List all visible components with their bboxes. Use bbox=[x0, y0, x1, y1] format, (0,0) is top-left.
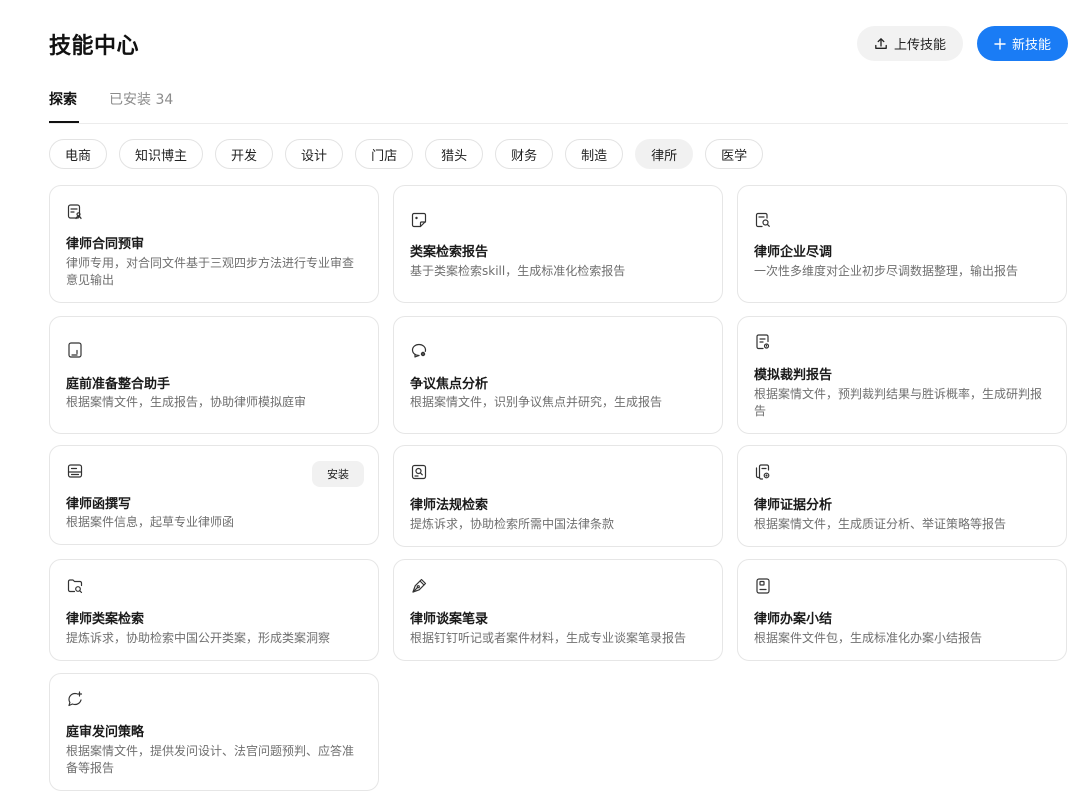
category-chip[interactable]: 财务 bbox=[495, 139, 554, 169]
category-chip[interactable]: 设计 bbox=[285, 139, 344, 169]
skill-title: 律师谈案笔录 bbox=[410, 612, 489, 627]
skill-description: 律师专用，对合同文件基于三观四步方法进行专业审查意见输出 bbox=[66, 256, 355, 287]
skill-title: 庭审发问策略 bbox=[66, 725, 145, 740]
new-skill-button[interactable]: 新技能 bbox=[977, 26, 1068, 61]
skill-card[interactable]: 模拟裁判报告 根据案情文件，预判裁判结果与胜诉概率，生成研判报告 bbox=[737, 316, 1067, 434]
skill-description: 根据案情文件，生成质证分析、举证策略等报告 bbox=[754, 517, 1007, 531]
tab-bar: 探索 已安装 34 bbox=[49, 90, 1068, 124]
skill-title: 律师办案小结 bbox=[754, 612, 833, 627]
skill-description: 基于类案检索skill，生成标准化检索报告 bbox=[410, 264, 626, 278]
image-search-icon bbox=[410, 463, 428, 481]
skill-title: 律师法规检索 bbox=[410, 498, 489, 513]
skill-card[interactable]: 律师谈案笔录 根据钉钉听记或者案件材料，生成专业谈案笔录报告 bbox=[393, 559, 723, 661]
skill-description: 提炼诉求，协助检索中国公开类案，形成类案洞察 bbox=[66, 631, 331, 645]
skill-description: 根据钉钉听记或者案件材料，生成专业谈案笔录报告 bbox=[410, 631, 687, 645]
note-icon bbox=[410, 211, 428, 229]
skill-card[interactable]: 争议焦点分析 根据案情文件，识别争议焦点并研究，生成报告 bbox=[393, 316, 723, 434]
skill-description: 根据案情文件，生成报告，协助律师模拟庭审 bbox=[66, 395, 307, 409]
skill-title: 律师函撰写 bbox=[66, 497, 132, 512]
skill-card[interactable]: 律师类案检索 提炼诉求，协助检索中国公开类案，形成类案洞察 bbox=[49, 559, 379, 661]
category-chip[interactable]: 电商 bbox=[49, 139, 108, 169]
skill-title: 律师合同预审 bbox=[66, 237, 145, 252]
skill-title: 争议焦点分析 bbox=[410, 377, 489, 392]
category-chip[interactable]: 制造 bbox=[565, 139, 624, 169]
letter-icon bbox=[66, 462, 84, 480]
skill-card[interactable]: 庭前准备整合助手 根据案情文件，生成报告，协助律师模拟庭审 bbox=[49, 316, 379, 434]
tab-explore[interactable]: 探索 bbox=[49, 90, 79, 123]
folder-search-icon bbox=[66, 577, 84, 595]
chat-settings-icon bbox=[410, 341, 428, 359]
chat-sparkle-icon bbox=[66, 690, 84, 708]
category-chip[interactable]: 医学 bbox=[705, 139, 764, 169]
skill-description: 根据案情文件，提供发问设计、法官问题预判、应答准备等报告 bbox=[66, 744, 355, 775]
skill-card[interactable]: 律师合同预审 律师专用，对合同文件基于三观四步方法进行专业审查意见输出 bbox=[49, 185, 379, 303]
new-skill-label: 新技能 bbox=[1012, 38, 1052, 53]
category-chip[interactable]: 猎头 bbox=[425, 139, 484, 169]
page-title: 技能中心 bbox=[49, 34, 140, 59]
category-chip[interactable]: 知识博主 bbox=[119, 139, 204, 169]
category-chip-selected[interactable]: 律所 bbox=[635, 139, 694, 169]
skills-center-page: 技能中心 上传技能 新技能 探索 已安装 34 电商 知识博主 开发 设计 门店… bbox=[0, 0, 1080, 798]
category-chip[interactable]: 门店 bbox=[355, 139, 414, 169]
skill-title: 律师类案检索 bbox=[66, 612, 145, 627]
upload-skill-label: 上传技能 bbox=[894, 38, 947, 53]
tab-installed[interactable]: 已安装 34 bbox=[109, 90, 173, 122]
skill-title: 律师企业尽调 bbox=[754, 245, 833, 260]
documents-settings-icon bbox=[754, 463, 772, 481]
category-chip[interactable]: 开发 bbox=[215, 139, 274, 169]
skill-description: 一次性多维度对企业初步尽调数据整理，输出报告 bbox=[754, 264, 1019, 278]
skill-title: 律师证据分析 bbox=[754, 498, 833, 513]
skill-description: 根据案件信息，起草专业律师函 bbox=[66, 515, 235, 529]
skill-card[interactable]: 律师法规检索 提炼诉求，协助检索所需中国法律条款 bbox=[393, 445, 723, 547]
skill-description: 根据案件文件包，生成标准化办案小结报告 bbox=[754, 631, 983, 645]
skill-card[interactable]: 律师证据分析 根据案情文件，生成质证分析、举证策略等报告 bbox=[737, 445, 1067, 547]
skill-card[interactable]: 律师企业尽调 一次性多维度对企业初步尽调数据整理，输出报告 bbox=[737, 185, 1067, 303]
plus-icon bbox=[994, 37, 1006, 50]
skill-description: 根据案情文件，预判裁判结果与胜诉概率，生成研判报告 bbox=[754, 387, 1043, 418]
file-icon bbox=[66, 341, 84, 359]
install-button[interactable]: 安装 bbox=[312, 461, 364, 487]
upload-icon bbox=[874, 37, 888, 51]
skill-card[interactable]: 庭审发问策略 根据案情文件，提供发问设计、法官问题预判、应答准备等报告 bbox=[49, 673, 379, 791]
header-actions: 上传技能 新技能 bbox=[857, 26, 1068, 61]
category-filter: 电商 知识博主 开发 设计 门店 猎头 财务 制造 律所 医学 bbox=[49, 139, 764, 169]
skill-title: 庭前准备整合助手 bbox=[66, 377, 171, 392]
skill-description: 提炼诉求，协助检索所需中国法律条款 bbox=[410, 517, 615, 531]
skill-title: 模拟裁判报告 bbox=[754, 368, 833, 383]
document-search-icon bbox=[754, 211, 772, 229]
upload-skill-button[interactable]: 上传技能 bbox=[857, 26, 963, 61]
skill-card[interactable]: 律师办案小结 根据案件文件包，生成标准化办案小结报告 bbox=[737, 559, 1067, 661]
notebook-icon bbox=[754, 577, 772, 595]
skill-description: 根据案情文件，识别争议焦点并研究，生成报告 bbox=[410, 395, 663, 409]
pen-icon bbox=[410, 577, 428, 595]
document-person-icon bbox=[66, 203, 84, 221]
skill-card[interactable]: 安装 律师函撰写 根据案件信息，起草专业律师函 bbox=[49, 445, 379, 545]
skill-title: 类案检索报告 bbox=[410, 245, 489, 260]
document-lock-icon bbox=[754, 333, 772, 351]
skill-card[interactable]: 类案检索报告 基于类案检索skill，生成标准化检索报告 bbox=[393, 185, 723, 303]
